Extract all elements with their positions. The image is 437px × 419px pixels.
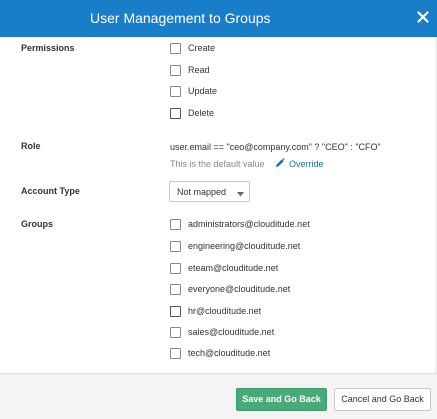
cancel-button[interactable]: Cancel and Go Back (334, 388, 431, 411)
group-checkbox[interactable] (170, 347, 181, 359)
account-type-label: Account Type (21, 186, 80, 196)
dialog-title: User Management to Groups (90, 10, 271, 26)
permission-update-label: Update (188, 86, 218, 96)
permission-delete-option[interactable]: Delete (170, 106, 214, 120)
group-label: eteam@clouditude.net (188, 263, 279, 273)
groups-label: Groups (21, 219, 54, 229)
override-link[interactable]: Override (275, 157, 324, 171)
permissions-label: Permissions (21, 43, 75, 53)
group-option[interactable]: tech@clouditude.net (170, 346, 270, 360)
group-option[interactable]: sales@clouditude.net (170, 325, 274, 339)
role-default-note: This is the default value (170, 159, 265, 169)
group-label: everyone@clouditude.net (188, 284, 291, 294)
group-option[interactable]: everyone@clouditude.net (170, 282, 290, 296)
group-checkbox[interactable] (170, 240, 181, 252)
group-checkbox[interactable] (170, 262, 181, 274)
group-label: engineering@clouditude.net (188, 241, 301, 251)
group-label: administrators@clouditude.net (188, 219, 310, 229)
dialog-body: Permissions Create Read Update Delete Ro… (0, 37, 437, 373)
close-icon[interactable] (416, 10, 430, 24)
permission-read-label: Read (188, 65, 210, 75)
group-option[interactable]: engineering@clouditude.net (170, 239, 300, 253)
caret-down-icon (237, 189, 244, 197)
group-label: tech@clouditude.net (188, 348, 271, 358)
account-type-value: Not mapped (177, 187, 227, 197)
permission-delete-label: Delete (188, 108, 215, 118)
group-checkbox[interactable] (170, 218, 181, 230)
dialog-header: User Management to Groups (0, 0, 437, 37)
role-expression: user.email == "ceo@company.com" ? "CEO" … (170, 142, 381, 152)
group-checkbox[interactable] (170, 283, 181, 295)
permission-create-option[interactable]: Create (170, 41, 215, 55)
permission-create-checkbox[interactable] (170, 42, 181, 54)
group-checkbox[interactable] (170, 326, 181, 338)
permission-update-checkbox[interactable] (170, 85, 181, 97)
permission-update-option[interactable]: Update (170, 84, 217, 98)
save-button[interactable]: Save and Go Back (236, 388, 327, 411)
role-label: Role (21, 141, 41, 151)
group-checkbox[interactable] (170, 305, 181, 317)
account-type-select[interactable]: Not mapped (169, 181, 250, 202)
permission-delete-checkbox[interactable] (170, 107, 181, 119)
override-label: Override (289, 159, 324, 169)
permission-read-checkbox[interactable] (170, 64, 181, 76)
group-option[interactable]: eteam@clouditude.net (170, 261, 278, 275)
permission-read-option[interactable]: Read (170, 63, 210, 77)
permission-create-label: Create (188, 43, 216, 53)
group-label: hr@clouditude.net (188, 306, 262, 316)
group-label: sales@clouditude.net (188, 327, 275, 337)
group-option[interactable]: administrators@clouditude.net (170, 217, 310, 231)
pencil-icon (275, 157, 285, 171)
dialog-footer: Save and Go Back Cancel and Go Back (0, 373, 437, 419)
group-option[interactable]: hr@clouditude.net (170, 304, 261, 318)
